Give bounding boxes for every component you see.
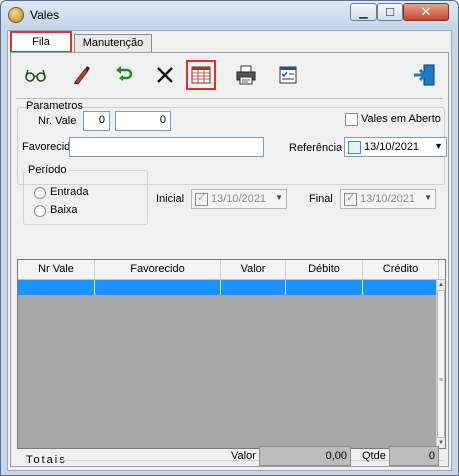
chevron-down-icon: ▼ (424, 193, 432, 202)
title-bar[interactable]: Vales ▁ ☐ ✕ (1, 1, 458, 29)
vales-em-aberto-label: Vales em Aberto (361, 113, 441, 125)
column-header-valor[interactable]: Valor (221, 260, 286, 279)
chevron-down-icon: ▼ (275, 193, 283, 202)
checklist-icon (279, 66, 297, 84)
delete-icon (157, 67, 173, 83)
periodo-label: Período (26, 164, 69, 176)
glasses-icon (25, 69, 46, 82)
tab-bar: Manutenção Fila (8, 31, 451, 53)
print-icon (236, 65, 256, 85)
edit-button[interactable] (67, 60, 97, 90)
checklist-button[interactable] (273, 60, 303, 90)
final-label: Final (309, 193, 333, 205)
final-checkbox[interactable] (344, 191, 357, 206)
inicial-checkbox[interactable] (195, 191, 208, 206)
qtde-field: 0 (389, 446, 439, 466)
delete-button[interactable] (150, 60, 180, 90)
referencia-checkbox[interactable] (348, 141, 361, 154)
table-cell (95, 280, 221, 295)
favorecido-input[interactable] (69, 137, 264, 157)
exit-button[interactable] (409, 60, 439, 90)
inicial-date-picker[interactable]: 13/10/2021 ▼ (191, 189, 287, 209)
table-cell (221, 280, 286, 295)
scroll-up-icon[interactable]: ▲ (437, 282, 445, 288)
parametros-label: Parametros (26, 100, 83, 112)
close-icon: ✕ (420, 4, 432, 19)
column-header-favorecido[interactable]: Favorecido (95, 260, 221, 279)
app-window: Vales ▁ ☐ ✕ Manutenção Fila Parametros N… (0, 0, 459, 476)
money-bag-icon (8, 7, 24, 23)
tab-manutencao[interactable]: Manutenção (74, 34, 152, 53)
maximize-icon: ☐ (385, 6, 395, 19)
tab-panel-fila: Parametros Nr. Vale 0 0 Vales em Aberto … (10, 52, 449, 467)
nr-vale-to-input[interactable]: 0 (115, 111, 171, 131)
search-button[interactable] (21, 60, 51, 90)
chevron-down-icon: ▼ (434, 141, 443, 151)
tab-fila[interactable]: Fila (10, 31, 72, 53)
maximize-button[interactable]: ☐ (377, 3, 403, 21)
grid-header: Nr Vale Favorecido Valor Débito Crédito (18, 260, 445, 280)
toolbar-separator (16, 98, 443, 99)
valor-total-label: Valor (231, 450, 256, 462)
report-grid-button[interactable] (186, 60, 216, 90)
close-button[interactable]: ✕ (403, 3, 449, 21)
pen-icon (74, 66, 90, 85)
nr-vale-label: Nr. Vale (38, 115, 77, 127)
column-header-credito[interactable]: Crédito (363, 260, 439, 279)
table-cell (18, 280, 95, 295)
entrada-label: Entrada (50, 186, 89, 198)
undo-button[interactable] (109, 60, 139, 90)
inicial-date-value: 13/10/2021 (211, 193, 267, 205)
baixa-label: Baixa (50, 204, 78, 216)
vales-em-aberto-checkbox[interactable] (345, 113, 358, 126)
vales-grid[interactable]: Nr Vale Favorecido Valor Débito Crédito … (17, 259, 446, 449)
referencia-label: Referência (289, 142, 343, 154)
scrollbar-thumb[interactable]: ≡ (437, 290, 445, 438)
grid-report-icon (191, 66, 211, 84)
inicial-label: Inicial (156, 193, 185, 205)
column-header-nr-vale[interactable]: Nr Vale (18, 260, 95, 279)
window-client: Manutenção Fila Parametros Nr. Vale 0 0 … (7, 30, 452, 471)
baixa-radio[interactable] (34, 205, 46, 217)
entrada-radio[interactable] (34, 187, 46, 199)
minimize-icon: ▁ (359, 6, 368, 19)
table-cell (286, 280, 363, 295)
referencia-date-value: 13/10/2021 (364, 141, 420, 153)
nr-vale-from-input[interactable]: 0 (83, 111, 110, 131)
grid-vertical-scrollbar[interactable]: ▲ ≡ ▼ (436, 280, 445, 448)
final-date-value: 13/10/2021 (360, 193, 416, 205)
referencia-date-picker[interactable]: 13/10/2021 ▼ (344, 137, 447, 157)
final-date-picker[interactable]: 13/10/2021 ▼ (340, 189, 436, 209)
minimize-button[interactable]: ▁ (350, 3, 377, 21)
undo-icon (116, 66, 133, 81)
grip-icon: ≡ (439, 377, 444, 384)
qtde-label: Qtde (362, 450, 386, 462)
column-header-debito[interactable]: Débito (286, 260, 363, 279)
valor-total-field: 0,00 (259, 446, 351, 466)
table-cell (363, 280, 436, 295)
table-row[interactable] (18, 280, 436, 295)
print-button[interactable] (231, 60, 261, 90)
window-title: Vales (30, 8, 60, 22)
exit-door-icon (414, 64, 435, 86)
